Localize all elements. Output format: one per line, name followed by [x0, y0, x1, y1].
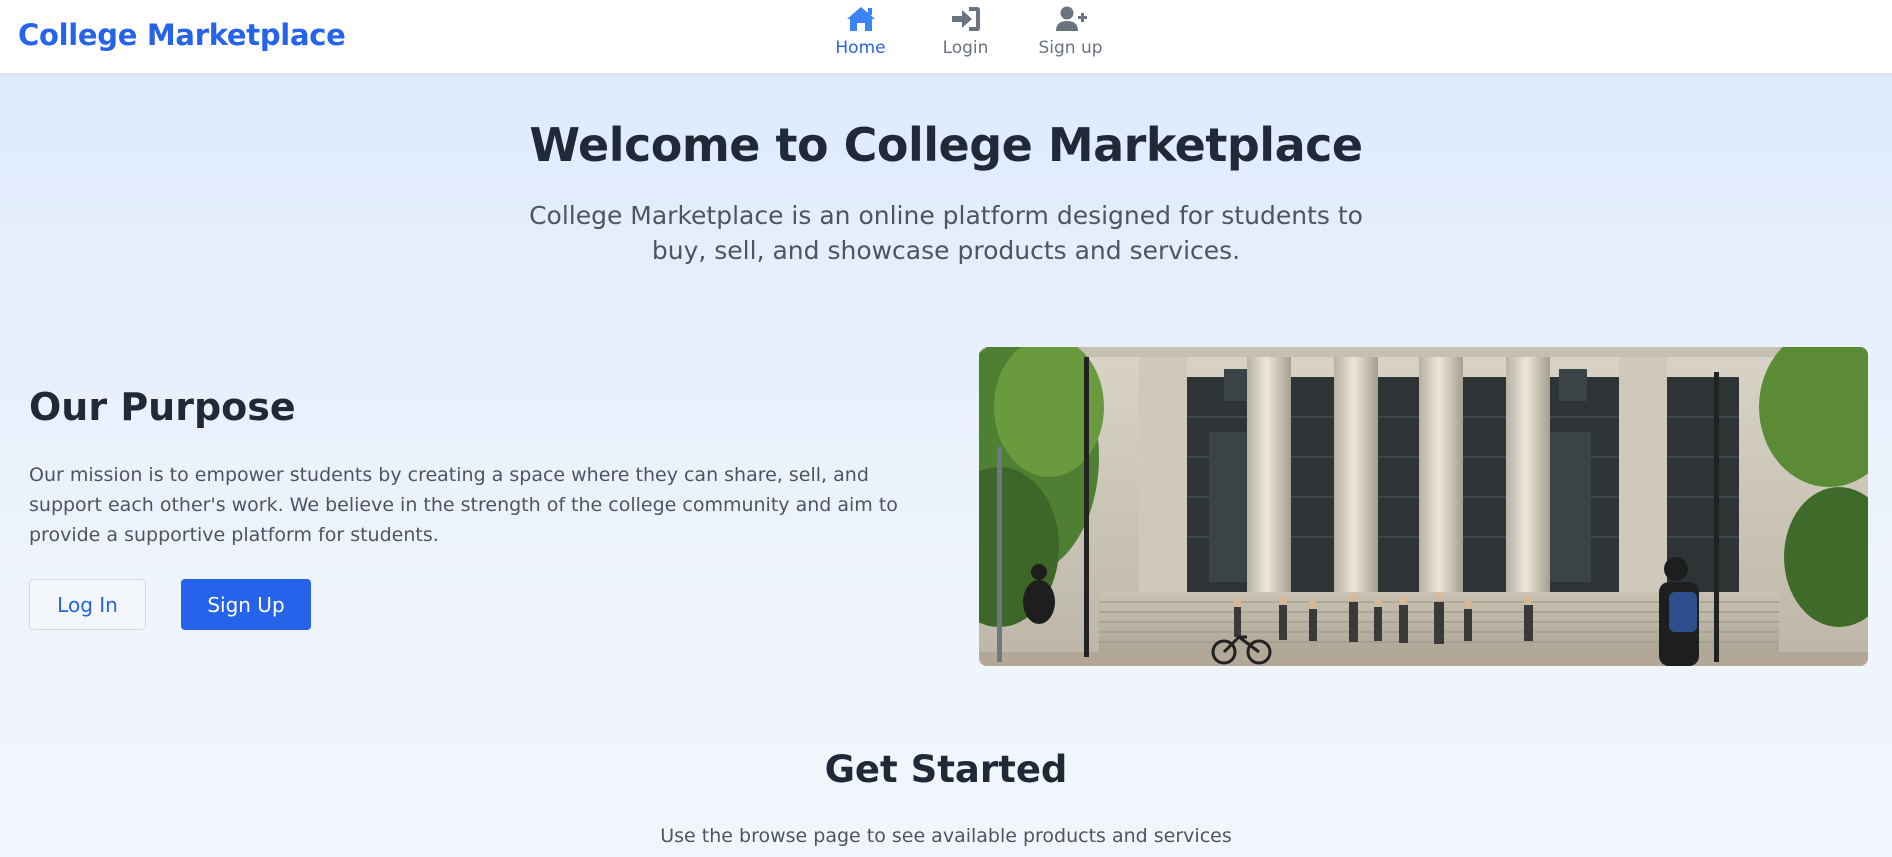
- nav-login-label: Login: [942, 38, 989, 58]
- top-navbar: College Marketplace Home Login Sign up: [0, 0, 1892, 74]
- user-plus-icon: [1055, 6, 1087, 31]
- campus-photo: [979, 347, 1868, 666]
- nav-signup-label: Sign up: [1038, 38, 1103, 58]
- login-icon: [951, 7, 980, 31]
- nav-item-signup[interactable]: Sign up: [1018, 4, 1123, 58]
- nav-home-label: Home: [835, 38, 886, 58]
- main-nav: Home Login Sign up: [808, 4, 1123, 58]
- get-started-text: Use the browse page to see available pro…: [660, 825, 1232, 847]
- nav-item-home[interactable]: Home: [808, 4, 913, 58]
- campus-building-image: [979, 347, 1868, 666]
- hero-subtitle: College Marketplace is an online platfor…: [529, 201, 1363, 265]
- home-icon: [846, 7, 875, 31]
- get-started-title: Get Started: [824, 748, 1068, 791]
- login-button[interactable]: Log In: [29, 579, 146, 630]
- nav-item-login[interactable]: Login: [913, 4, 1018, 58]
- hero-title: Welcome to College Marketplace: [529, 118, 1363, 172]
- purpose-text: Our mission is to empower students by cr…: [29, 464, 898, 546]
- brand-logo[interactable]: College Marketplace: [18, 18, 346, 52]
- signup-button[interactable]: Sign Up: [181, 579, 311, 630]
- purpose-title: Our Purpose: [29, 385, 296, 429]
